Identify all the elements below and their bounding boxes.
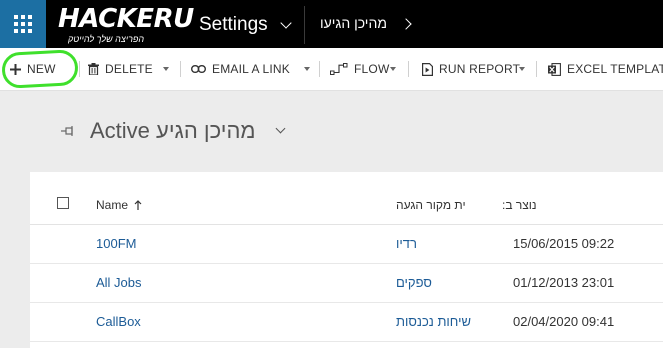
column-header-name[interactable]: Name <box>96 198 142 212</box>
chevron-down-icon <box>279 16 292 29</box>
flow-icon <box>330 63 348 75</box>
delete-label: DELETE <box>105 62 153 76</box>
command-divider <box>180 61 181 77</box>
pin-icon[interactable] <box>61 125 77 137</box>
delete-button[interactable]: DELETE <box>88 48 153 90</box>
column-name-label: Name <box>96 198 129 212</box>
trash-icon <box>88 63 99 75</box>
email-link-button[interactable]: EMAIL A LINK <box>191 48 290 90</box>
records-grid: Name ית מקור הגעה נוצר ב: 100FM רדיו 15/… <box>30 172 663 348</box>
new-button-highlight-annotation <box>1 49 79 89</box>
area-switcher[interactable]: Settings <box>199 12 292 38</box>
table-row[interactable]: CallBox שיחות נכנסות 02/04/2020 09:41 <box>30 303 663 342</box>
flow-caret-icon[interactable] <box>390 67 396 71</box>
row-created-date: 02/04/2020 09:41 <box>513 314 615 329</box>
grid-header-row: Name ית מקור הגעה נוצר ב: <box>30 172 663 225</box>
view-selector-title[interactable]: Active מהיכן הגיע <box>90 118 256 144</box>
column-header-source[interactable]: ית מקור הגעה <box>396 198 466 212</box>
flow-button[interactable]: FLOW <box>330 48 389 90</box>
area-label: Settings <box>199 14 268 35</box>
logo-tagline: הפריצה שלך להייטק <box>68 34 145 44</box>
command-divider <box>79 61 80 77</box>
excel-icon <box>548 62 561 76</box>
app-launcher-button[interactable] <box>0 0 46 48</box>
delete-dropdown-caret-icon[interactable] <box>163 67 169 71</box>
excel-templates-label: EXCEL TEMPLATES <box>567 62 663 76</box>
email-link-caret-icon[interactable] <box>304 67 310 71</box>
chevron-right-icon[interactable] <box>400 18 412 30</box>
run-report-button[interactable]: RUN REPORT <box>422 48 520 90</box>
command-divider <box>319 61 320 77</box>
table-row[interactable]: All Jobs ספקים 01/12/2013 23:01 <box>30 264 663 303</box>
run-report-label: RUN REPORT <box>439 62 521 76</box>
excel-templates-button[interactable]: EXCEL TEMPLATES <box>548 48 663 90</box>
command-bar: NEW DELETE EMAIL A LINK FLOW RUN REPORT … <box>0 48 663 91</box>
hackeru-logo: HACKERU הפריצה שלך להייטק <box>52 4 194 46</box>
row-source-link[interactable]: רדיו <box>396 236 417 251</box>
run-report-caret-icon[interactable] <box>519 67 525 71</box>
select-all-checkbox[interactable] <box>57 197 69 209</box>
row-source-link[interactable]: שיחות נכנסות <box>396 314 471 329</box>
breadcrumb-entity[interactable]: מהיכן הגיעו <box>320 15 387 31</box>
column-header-created[interactable]: נוצר ב: <box>502 198 537 212</box>
logo-text: HACKERU <box>58 4 194 34</box>
link-icon <box>191 65 206 73</box>
top-nav-bar: HACKERU הפריצה שלך להייטק Settings מהיכן… <box>0 0 663 48</box>
row-created-date: 01/12/2013 23:01 <box>513 275 615 290</box>
waffle-icon <box>14 15 32 33</box>
row-source-link[interactable]: ספקים <box>396 275 432 290</box>
row-name-link[interactable]: 100FM <box>96 236 136 251</box>
flow-label: FLOW <box>354 62 390 76</box>
command-divider <box>536 61 537 77</box>
chevron-down-icon[interactable] <box>275 123 286 134</box>
table-row[interactable]: 100FM רדיו 15/06/2015 09:22 <box>30 225 663 264</box>
email-link-label: EMAIL A LINK <box>212 62 290 76</box>
report-icon <box>422 62 433 76</box>
nav-divider <box>304 6 305 44</box>
row-name-link[interactable]: All Jobs <box>96 275 142 290</box>
row-created-date: 15/06/2015 09:22 <box>513 236 615 251</box>
row-name-link[interactable]: CallBox <box>96 314 141 329</box>
command-divider <box>408 61 409 77</box>
sort-ascending-icon <box>134 200 142 210</box>
